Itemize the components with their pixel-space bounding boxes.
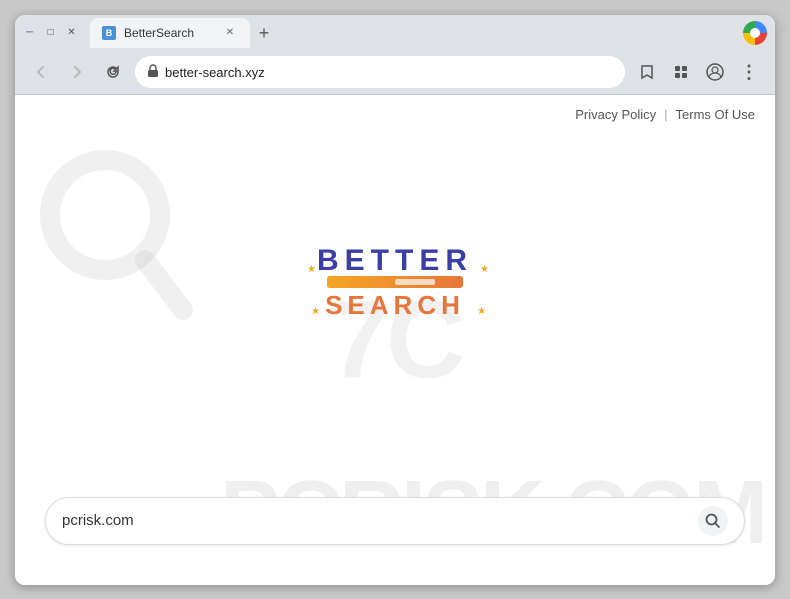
svg-text:★: ★ xyxy=(307,264,316,275)
better-search-logo: BETTER ★ ★ SEARCH xyxy=(285,234,505,324)
chrome-menu-icon[interactable] xyxy=(743,21,767,45)
search-box[interactable] xyxy=(45,497,745,545)
title-bar: ─ □ ✕ B BetterSearch ✕ + xyxy=(15,15,775,51)
bookmark-icon[interactable] xyxy=(633,58,661,86)
back-button[interactable] xyxy=(27,58,55,86)
new-tab-button[interactable]: + xyxy=(250,20,278,48)
svg-text:SEARCH: SEARCH xyxy=(325,290,465,320)
svg-text:★: ★ xyxy=(311,306,320,317)
active-tab[interactable]: B BetterSearch ✕ xyxy=(90,18,250,48)
minimize-button[interactable]: ─ xyxy=(23,26,36,39)
reload-button[interactable] xyxy=(99,58,127,86)
maximize-button[interactable]: □ xyxy=(44,26,57,39)
tab-close-button[interactable]: ✕ xyxy=(222,25,238,41)
search-box-area xyxy=(15,477,775,585)
search-input[interactable] xyxy=(62,512,698,529)
window-controls: ─ □ ✕ xyxy=(23,26,78,39)
svg-text:BETTER: BETTER xyxy=(317,244,473,277)
close-button[interactable]: ✕ xyxy=(65,26,78,39)
tab-title: BetterSearch xyxy=(124,26,194,40)
logo-area: BETTER ★ ★ SEARCH xyxy=(15,95,775,477)
svg-text:★: ★ xyxy=(480,264,489,275)
address-bar-right: ⋮ xyxy=(633,58,763,86)
title-bar-right xyxy=(743,21,767,45)
forward-button[interactable] xyxy=(63,58,91,86)
browser-window: ─ □ ✕ B BetterSearch ✕ + xyxy=(15,15,775,585)
svg-text:★: ★ xyxy=(477,306,486,317)
tab-favicon: B xyxy=(102,26,116,40)
url-bar[interactable]: better-search.xyz xyxy=(135,56,625,88)
chrome-menu-button[interactable]: ⋮ xyxy=(735,58,763,86)
lock-icon xyxy=(147,64,159,81)
page-content: PCRISK.COM 7C Privacy Policy | Terms Of … xyxy=(15,95,775,585)
extensions-icon[interactable] xyxy=(667,58,695,86)
address-bar: better-search.xyz ⋮ xyxy=(15,51,775,95)
search-button[interactable] xyxy=(698,506,728,536)
url-text: better-search.xyz xyxy=(165,65,265,80)
tab-bar: B BetterSearch ✕ + xyxy=(86,18,735,48)
profile-icon[interactable] xyxy=(701,58,729,86)
logo-container: BETTER ★ ★ SEARCH xyxy=(285,234,505,324)
